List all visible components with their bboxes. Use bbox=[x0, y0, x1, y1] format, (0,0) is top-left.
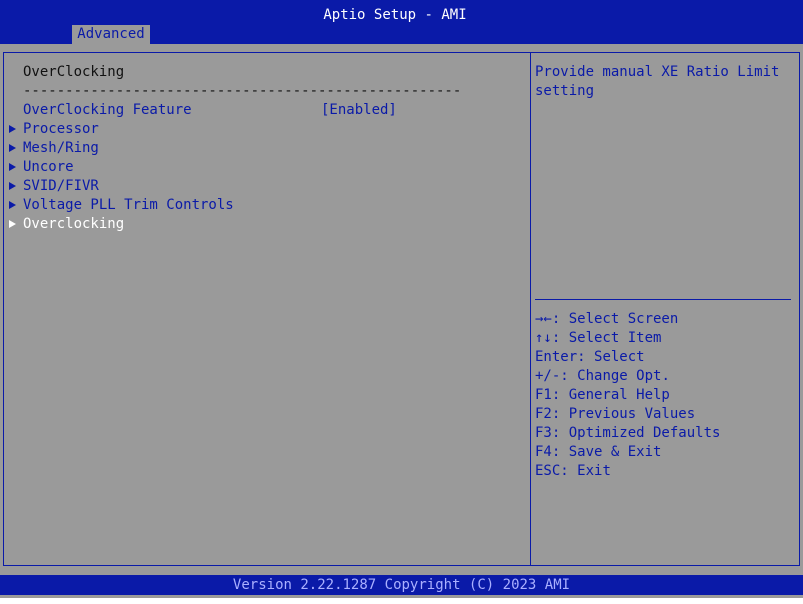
key-hint-f4: F4: Save & Exit bbox=[535, 444, 662, 460]
overclocking-feature-label[interactable]: OverClocking Feature bbox=[23, 101, 192, 120]
help-divider bbox=[535, 299, 791, 300]
key-hint-select-item: ↑↓: Select Item bbox=[535, 330, 662, 346]
submenu-svid-fivr[interactable]: SVID/FIVR bbox=[23, 177, 99, 196]
key-hint-select-screen: →←: Select Screen bbox=[535, 311, 679, 327]
submenu-overclocking-selected[interactable]: Overclocking bbox=[23, 215, 124, 234]
submenu-processor[interactable]: Processor bbox=[23, 120, 99, 139]
help-description-line: Provide manual XE Ratio Limit bbox=[535, 64, 780, 80]
app-title: Aptio Setup - AMI bbox=[323, 7, 467, 23]
submenu-arrow-icon bbox=[9, 120, 19, 139]
bios-screen: Aptio Setup - AMI Advanced OverClocking … bbox=[0, 0, 803, 598]
help-description-line: setting bbox=[535, 83, 595, 99]
submenu-arrow-icon bbox=[9, 196, 19, 215]
submenu-arrow-icon bbox=[9, 158, 19, 177]
header-bar: Aptio Setup - AMI Advanced bbox=[0, 0, 803, 44]
key-hint-f1: F1: General Help bbox=[535, 387, 670, 403]
submenu-arrow-icon bbox=[9, 177, 19, 196]
tab-advanced[interactable]: Advanced bbox=[72, 25, 150, 44]
key-hint-esc: ESC: Exit bbox=[535, 463, 611, 479]
key-hint-f2: F2: Previous Values bbox=[535, 406, 696, 422]
arrows-up-down-icon: ↑↓ bbox=[535, 330, 552, 346]
footer-version: Version 2.22.1287 Copyright (C) 2023 AMI bbox=[0, 575, 803, 595]
separator: ----------------------------------------… bbox=[23, 83, 462, 99]
main-pane: OverClocking ---------------------------… bbox=[3, 52, 530, 566]
submenu-mesh-ring[interactable]: Mesh/Ring bbox=[23, 139, 99, 158]
submenu-arrow-icon bbox=[9, 215, 19, 234]
key-hint-change-opt: +/-: Change Opt. bbox=[535, 368, 670, 384]
arrows-left-right-icon: →← bbox=[535, 311, 552, 327]
overclocking-feature-value[interactable]: [Enabled] bbox=[321, 101, 397, 120]
submenu-voltage-pll-trim-controls[interactable]: Voltage PLL Trim Controls bbox=[23, 196, 234, 215]
key-hint-f3: F3: Optimized Defaults bbox=[535, 425, 721, 441]
submenu-uncore[interactable]: Uncore bbox=[23, 158, 74, 177]
submenu-arrow-icon bbox=[9, 139, 19, 158]
page-title: OverClocking bbox=[23, 64, 125, 80]
key-hint-enter: Enter: Select bbox=[535, 349, 645, 365]
help-pane: Provide manual XE Ratio Limit setting →←… bbox=[530, 52, 800, 566]
